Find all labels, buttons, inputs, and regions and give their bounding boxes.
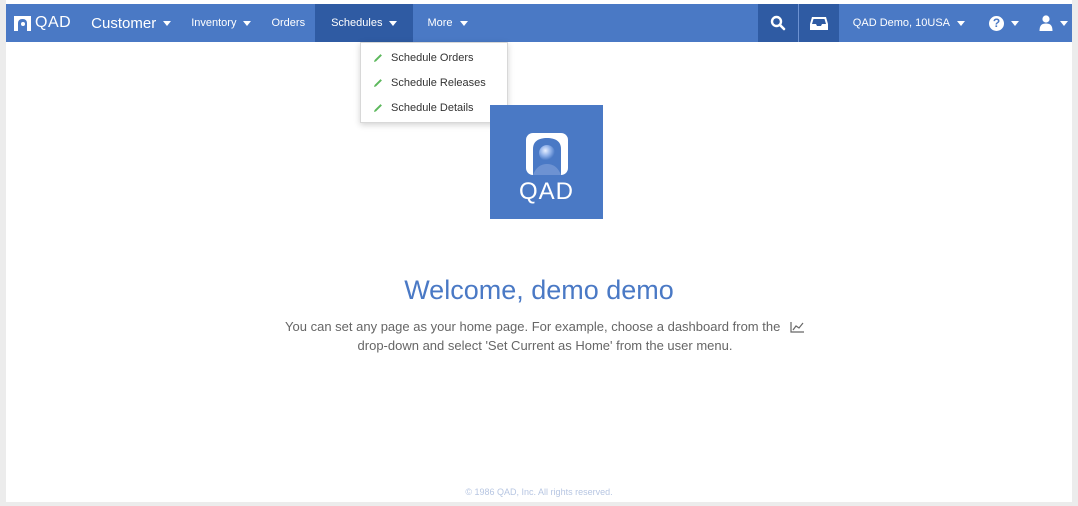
menu-item-schedule-details[interactable]: Schedule Details (361, 95, 507, 120)
help-glyph: ? (992, 16, 1001, 30)
line-chart-icon (790, 322, 804, 333)
caret-down-icon (957, 20, 965, 26)
nav-more[interactable]: More (413, 4, 481, 42)
hint-line-2: drop-down and select 'Set Current as Hom… (357, 338, 733, 353)
hint-line-1: You can set any page as your home page. … (285, 319, 781, 334)
caret-down-icon (459, 20, 468, 26)
nav-left: QAD Customer Inventory Orders Schedules … (6, 4, 482, 42)
app-frame (0, 0, 1078, 506)
user-icon (1039, 15, 1053, 31)
search-button[interactable] (757, 4, 798, 42)
user-menu[interactable] (1029, 4, 1072, 42)
menu-item-schedule-releases[interactable]: Schedule Releases (361, 70, 507, 95)
inbox-icon (809, 17, 828, 30)
home-page-hint: You can set any page as your home page. … (250, 317, 840, 355)
nav-customer[interactable]: Customer (81, 4, 181, 42)
nav-right: QAD Demo, 10USA ? (757, 4, 1072, 42)
qad-emblem-icon (526, 133, 568, 175)
pencil-icon (373, 103, 383, 113)
caret-down-icon (1060, 20, 1068, 26)
top-navbar: QAD Customer Inventory Orders Schedules … (6, 4, 1072, 42)
help-menu[interactable]: ? (979, 4, 1029, 42)
help-icon: ? (989, 15, 1004, 31)
pencil-icon (373, 78, 383, 88)
menu-item-label: Schedule Orders (391, 51, 474, 64)
menu-item-schedule-orders[interactable]: Schedule Orders (361, 45, 507, 70)
brand-name: QAD (35, 14, 72, 31)
nav-customer-label: Customer (91, 14, 157, 32)
inbox-button[interactable] (798, 4, 839, 42)
nav-more-label: More (427, 17, 453, 29)
nav-schedules-label: Schedules (331, 17, 383, 29)
nav-orders[interactable]: Orders (261, 4, 315, 42)
nav-schedules[interactable]: Schedules (315, 4, 414, 42)
brand-logo[interactable]: QAD (6, 4, 81, 42)
pencil-icon (373, 53, 383, 63)
logo-tile-text: QAD (518, 178, 574, 205)
copyright-footer: © 1986 QAD, Inc. All rights reserved. (465, 487, 613, 497)
caret-down-icon (163, 20, 172, 26)
menu-item-label: Schedule Releases (391, 76, 486, 89)
welcome-heading: Welcome, demo demo (404, 275, 674, 305)
caret-down-icon (1011, 20, 1019, 26)
caret-down-icon (243, 20, 252, 26)
search-icon (770, 15, 786, 31)
nav-orders-label: Orders (271, 17, 306, 29)
qad-logo-tile: QAD (490, 105, 603, 219)
caret-down-icon (389, 20, 398, 26)
qad-logo-icon (14, 15, 31, 31)
schedules-dropdown: Schedule Orders Schedule Releases Schedu… (360, 42, 508, 123)
nav-inventory[interactable]: Inventory (181, 4, 261, 42)
user-context-menu[interactable]: QAD Demo, 10USA (839, 4, 979, 42)
menu-item-label: Schedule Details (391, 101, 474, 114)
user-context-label: QAD Demo, 10USA (852, 17, 950, 29)
nav-inventory-label: Inventory (191, 17, 237, 29)
